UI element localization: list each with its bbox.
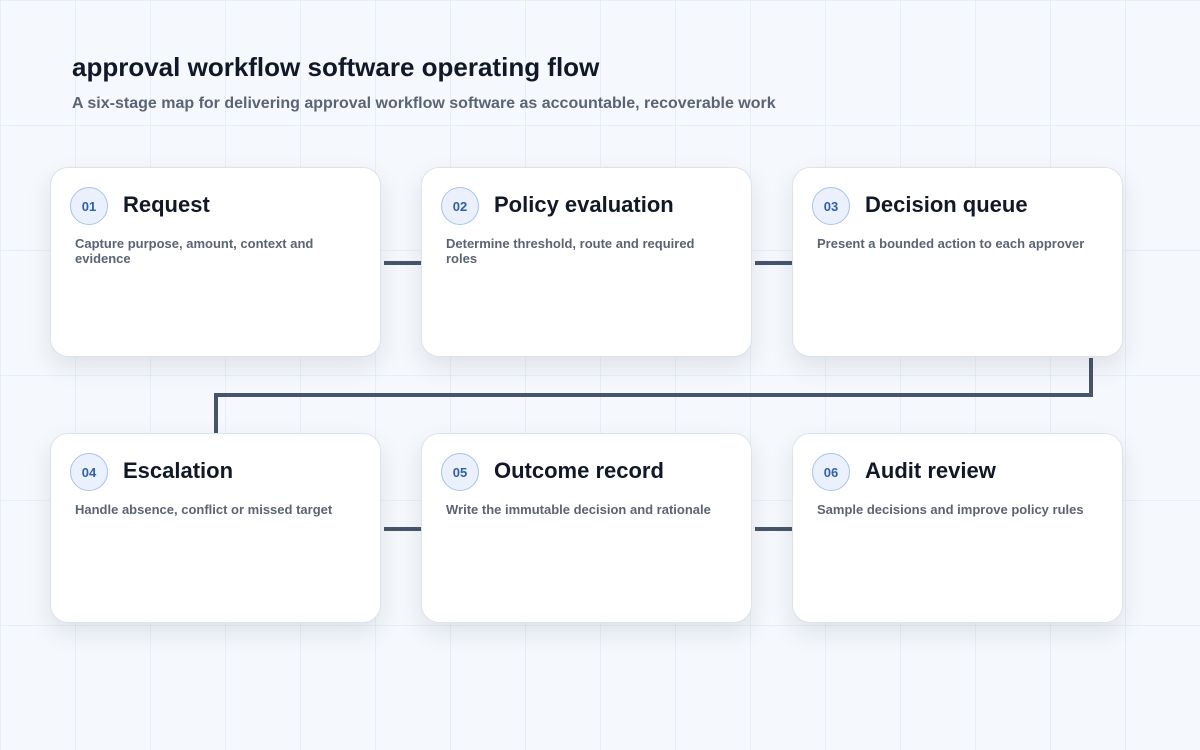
- stage-card-outcome-record[interactable]: 05 Outcome record Write the immutable de…: [421, 433, 752, 623]
- stage-description: Handle absence, conflict or missed targe…: [75, 502, 333, 517]
- stage-number-badge: 01: [70, 187, 108, 225]
- stage-title: Outcome record: [494, 458, 664, 483]
- connector-03-04: [214, 358, 1093, 433]
- stage-description: Sample decisions and improve policy rule…: [817, 502, 1084, 517]
- stage-title: Policy evaluation: [494, 192, 674, 217]
- stage-card-escalation[interactable]: 04 Escalation Handle absence, conflict o…: [50, 433, 381, 623]
- stage-number-badge: 05: [441, 453, 479, 491]
- stage-number-badge: 06: [812, 453, 850, 491]
- stage-card-decision-queue[interactable]: 03 Decision queue Present a bounded acti…: [792, 167, 1123, 357]
- stage-card-audit-review[interactable]: 06 Audit review Sample decisions and imp…: [792, 433, 1123, 623]
- stage-number-badge: 03: [812, 187, 850, 225]
- stage-number-badge: 04: [70, 453, 108, 491]
- stage-card-request[interactable]: 01 Request Capture purpose, amount, cont…: [50, 167, 381, 357]
- stage-number-badge: 02: [441, 187, 479, 225]
- flow-connectors: [214, 261, 1093, 531]
- stage-description: Present a bounded action to each approve…: [817, 236, 1085, 251]
- stage-title: Escalation: [123, 458, 234, 483]
- stage-card-policy-evaluation[interactable]: 02 Policy evaluation Determine threshold…: [421, 167, 752, 357]
- stage-title: Decision queue: [865, 192, 1028, 217]
- stage-description: Write the immutable decision and rationa…: [446, 502, 711, 517]
- stage-title: Request: [123, 192, 210, 217]
- stage-description: Capture purpose, amount, context and evi…: [75, 236, 314, 266]
- stage-title: Audit review: [865, 458, 996, 483]
- stage-description: Determine threshold, route and required …: [446, 236, 695, 266]
